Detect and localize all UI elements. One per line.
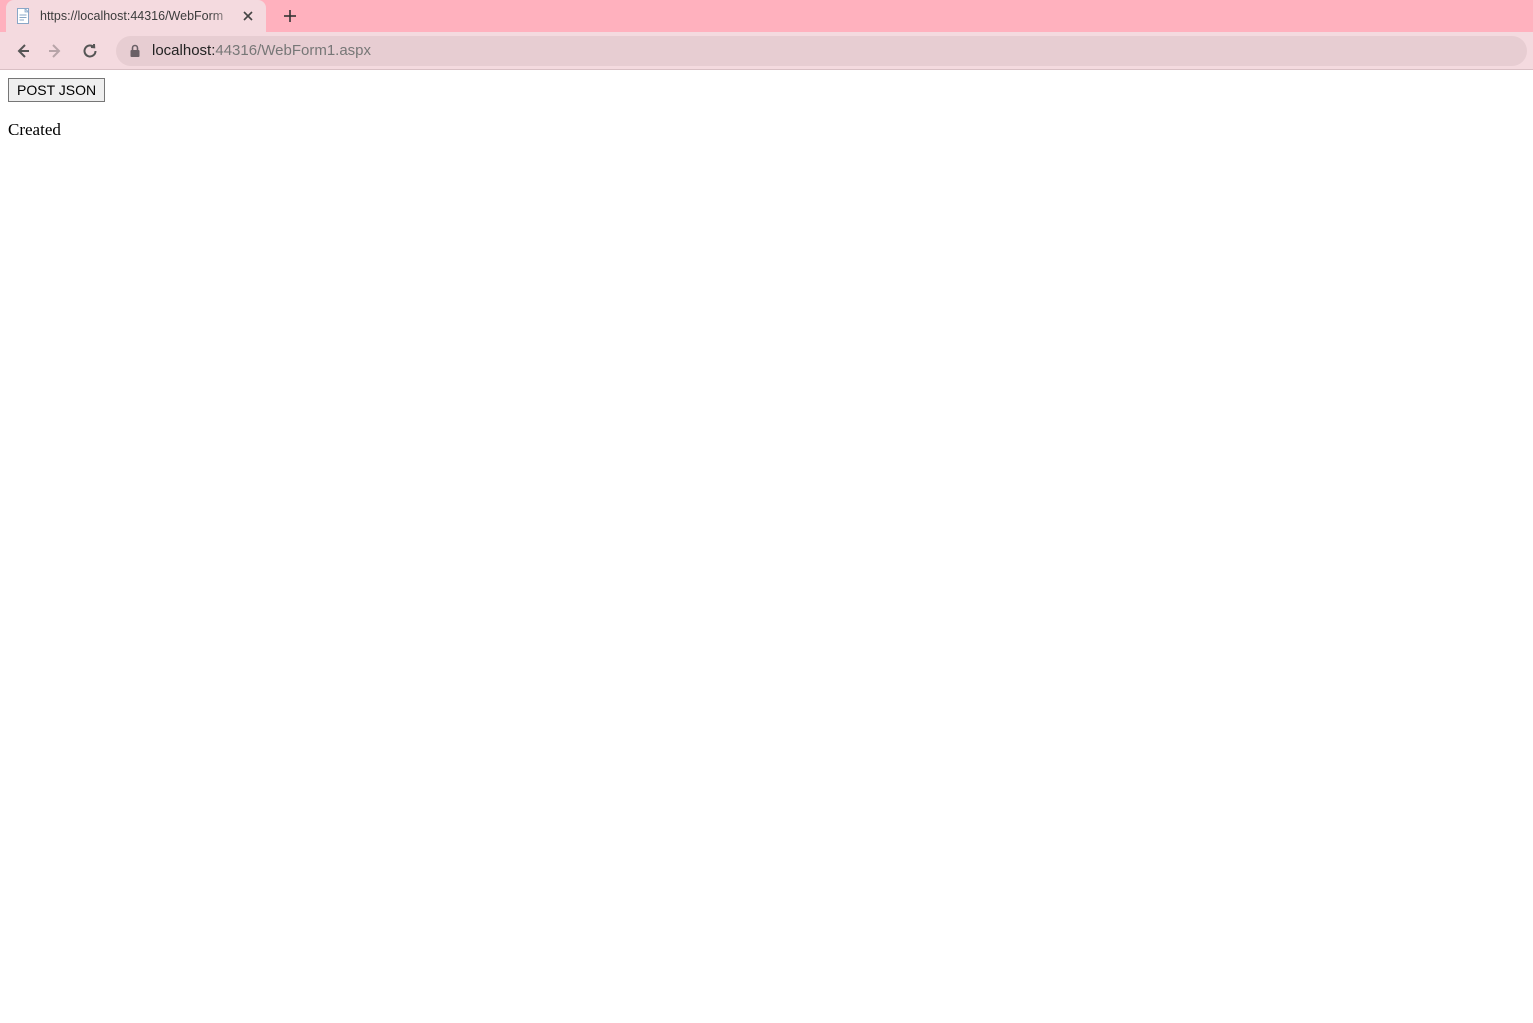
lock-icon xyxy=(128,44,142,58)
address-bar[interactable]: localhost:44316/WebForm1.aspx xyxy=(116,36,1527,66)
reload-button[interactable] xyxy=(74,35,106,67)
browser-tab[interactable]: https://localhost:44316/WebForm xyxy=(6,0,266,32)
forward-button[interactable] xyxy=(40,35,72,67)
page-favicon-icon xyxy=(16,8,32,24)
close-tab-icon[interactable] xyxy=(240,8,256,24)
url-text: localhost:44316/WebForm1.aspx xyxy=(152,42,371,59)
new-tab-button[interactable] xyxy=(276,2,304,30)
status-text: Created xyxy=(8,120,1525,140)
browser-toolbar: localhost:44316/WebForm1.aspx xyxy=(0,32,1533,70)
plus-icon xyxy=(283,9,297,23)
tab-strip: https://localhost:44316/WebForm xyxy=(0,0,1533,32)
url-path: 44316/WebForm1.aspx xyxy=(215,42,371,59)
url-host: localhost: xyxy=(152,42,215,59)
back-button[interactable] xyxy=(6,35,38,67)
arrow-left-icon xyxy=(13,42,31,60)
post-json-button[interactable]: POST JSON xyxy=(8,78,105,102)
page-content: POST JSON Created xyxy=(0,70,1533,148)
tab-title: https://localhost:44316/WebForm xyxy=(40,9,240,23)
reload-icon xyxy=(81,42,99,60)
arrow-right-icon xyxy=(47,42,65,60)
